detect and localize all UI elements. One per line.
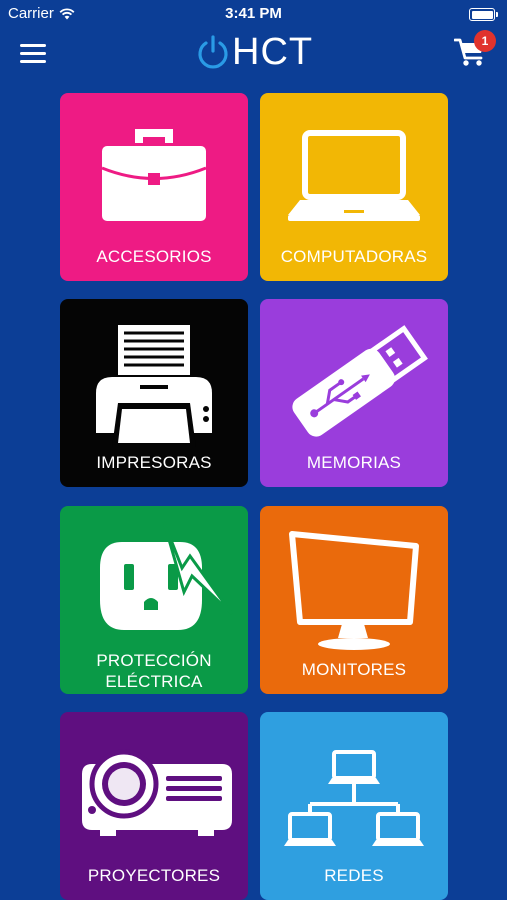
tile-label: PROYECTORES xyxy=(87,866,221,885)
tile-impresoras[interactable]: IMPRESORAS xyxy=(60,299,248,487)
tile-label-line2: ELÉCTRICA xyxy=(105,672,203,691)
tile-proteccion-electrica[interactable]: PROTECCIÓN ELÉCTRICA xyxy=(60,506,248,694)
tile-label: MEMORIAS xyxy=(306,453,402,472)
tile-label: REDES xyxy=(324,866,384,885)
tile-label: ACCESORIOS xyxy=(96,247,212,266)
tile-proyectores[interactable]: PROYECTORES xyxy=(60,712,248,900)
tile-redes[interactable]: REDES xyxy=(260,712,448,900)
category-grid: ACCESORIOS COMPUTADORAS IMPRESORAS MEMOR… xyxy=(0,0,507,900)
tile-label: COMPUTADORAS xyxy=(280,247,428,266)
tile-monitores[interactable]: MONITORES xyxy=(260,506,448,694)
tile-computadoras[interactable]: COMPUTADORAS xyxy=(260,93,448,281)
tile-label-line1: PROTECCIÓN xyxy=(96,651,212,670)
tile-label: MONITORES xyxy=(301,660,407,679)
tile-accesorios[interactable]: ACCESORIOS xyxy=(60,93,248,281)
tile-memorias[interactable]: MEMORIAS xyxy=(260,299,448,487)
tile-label: IMPRESORAS xyxy=(96,453,212,472)
